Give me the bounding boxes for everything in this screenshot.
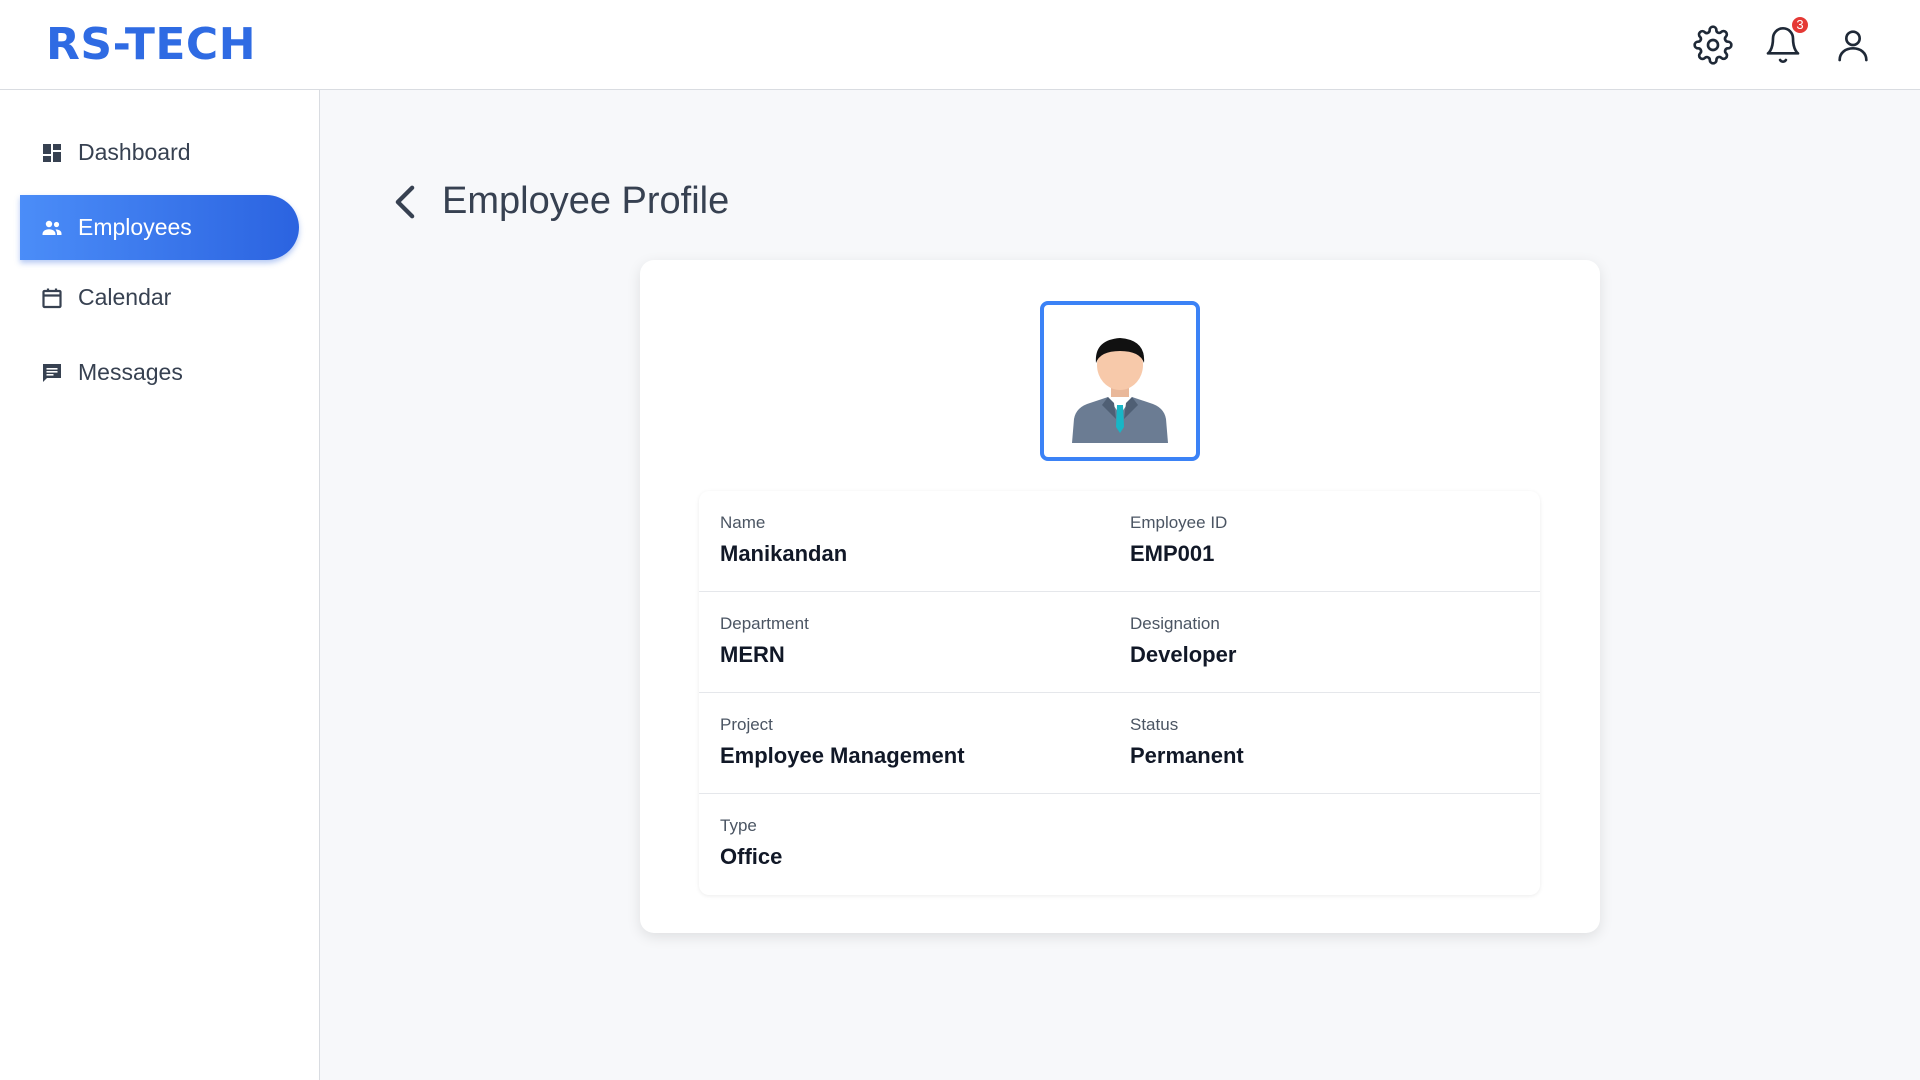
table-row: Type Office [699,794,1540,895]
header-actions: 3 [1692,14,1874,66]
table-row: Department MERN Designation Developer [699,592,1540,693]
field-value: Manikandan [720,541,848,566]
table-row: Name Manikandan Employee ID EMP001 [699,491,1540,592]
sidebar-item-label: Messages [78,359,183,385]
field-label: Project [720,715,773,734]
notification-badge: 3 [1790,14,1810,35]
back-button[interactable] [390,182,424,222]
field-designation: Designation Developer [1109,592,1519,692]
field-label: Designation [1130,614,1220,633]
avatar [1040,301,1200,461]
field-name: Name Manikandan [699,491,1109,591]
field-value: Office [720,844,783,869]
employee-avatar-icon [1072,338,1168,443]
field-type: Type Office [699,794,1109,895]
field-status: Status Permanent [1109,693,1519,793]
sidebar-item-calendar[interactable]: Calendar [20,270,299,325]
dashboard-icon [40,141,64,165]
message-icon [40,361,64,385]
field-value: Employee Management [720,743,965,768]
field-label: Type [720,816,757,835]
gear-icon [1693,24,1733,65]
profile-card: Name Manikandan Employee ID EMP001 Depar… [640,260,1600,933]
field-value: EMP001 [1130,541,1215,566]
sidebar-item-label: Calendar [78,284,172,310]
field-department: Department MERN [699,592,1109,692]
profile-button[interactable] [1832,24,1874,66]
field-label: Status [1130,715,1179,734]
calendar-icon [40,286,64,310]
sidebar-item-label: Dashboard [78,139,191,165]
field-label: Name [720,513,766,532]
page-header: Employee Profile [390,180,729,223]
field-label: Employee ID [1130,513,1228,532]
field-project: Project Employee Management [699,693,1109,793]
field-value: Developer [1130,642,1237,667]
chevron-left-icon [395,185,415,218]
field-label: Department [720,614,809,633]
profile-details-table: Name Manikandan Employee ID EMP001 Depar… [699,491,1540,895]
sidebar-item-label: Employees [78,214,192,240]
field-employee-id: Employee ID EMP001 [1109,491,1519,591]
people-icon [40,216,64,240]
table-row: Project Employee Management Status Perma… [699,693,1540,794]
user-icon [1838,29,1868,61]
settings-button[interactable] [1692,24,1734,66]
sidebar-item-messages[interactable]: Messages [20,345,299,400]
sidebar-item-employees[interactable]: Employees [20,195,299,260]
app-logo[interactable]: RS-TECH [46,19,256,70]
field-value: Permanent [1130,743,1244,768]
page-title: Employee Profile [442,180,730,222]
top-header: RS-TECH 3 [0,0,1920,90]
sidebar: Dashboard Employees Calendar Messages [0,90,320,1080]
sidebar-item-dashboard[interactable]: Dashboard [20,125,299,180]
field-value: MERN [720,642,785,667]
notifications-button[interactable]: 3 [1762,14,1810,66]
